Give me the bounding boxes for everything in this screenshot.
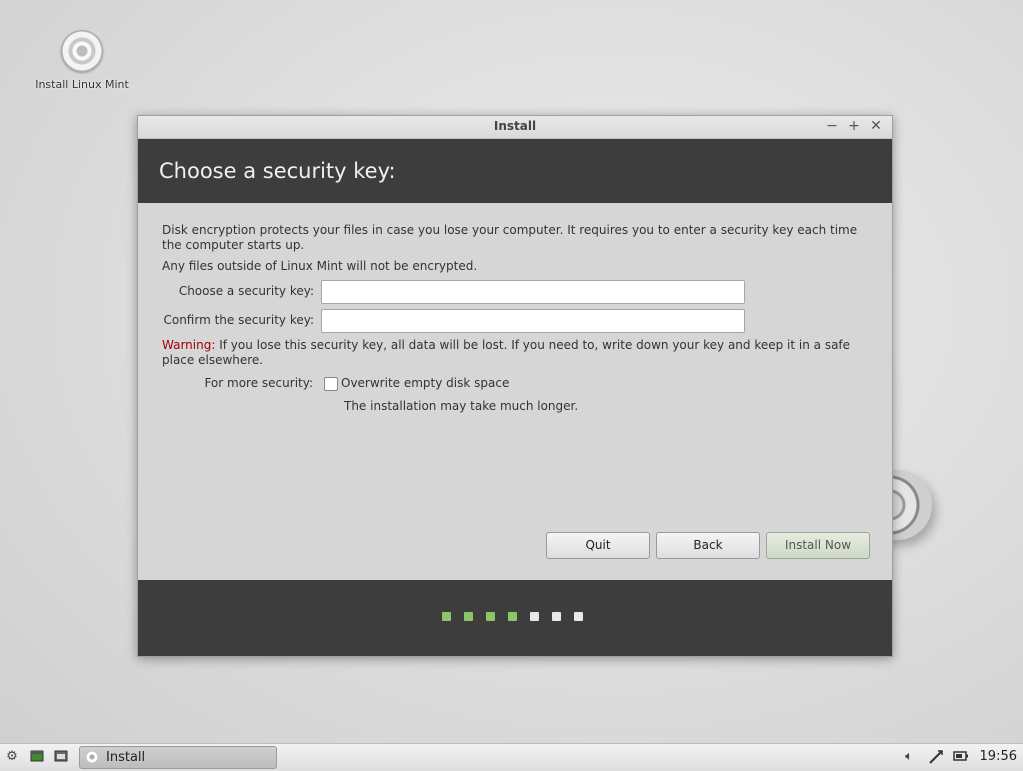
install-now-button[interactable]: Install Now — [766, 532, 870, 559]
warning-text: Warning: If you lose this security key, … — [162, 338, 872, 368]
progress-step-4 — [508, 612, 517, 621]
gear-icon[interactable]: ⚙ — [4, 749, 20, 765]
confirm-key-label: Confirm the security key: — [163, 313, 314, 327]
window-title: Install — [493, 119, 537, 133]
progress-step-6 — [552, 612, 561, 621]
progress-step-2 — [464, 612, 473, 621]
progress-step-7 — [574, 612, 583, 621]
minimize-icon[interactable]: − — [824, 118, 840, 134]
progress-step-3 — [486, 612, 495, 621]
quit-button[interactable]: Quit — [546, 532, 650, 559]
footer-band — [138, 580, 892, 656]
network-icon[interactable] — [928, 749, 944, 765]
back-button[interactable]: Back — [656, 532, 760, 559]
intro-text: Disk encryption protects your files in c… — [162, 223, 872, 253]
window-titlebar[interactable]: Install − + ✕ — [138, 116, 892, 139]
install-window: Install − + ✕ Choose a security key: Dis… — [137, 115, 893, 657]
battery-icon[interactable] — [953, 749, 969, 765]
overwrite-label[interactable]: Overwrite empty disk space — [341, 376, 509, 390]
volume-icon[interactable]: 🔈︎ — [901, 749, 917, 765]
taskbar: ⚙ Install 🔈︎ 19:56 — [0, 743, 1023, 771]
terminal-icon[interactable] — [53, 749, 69, 765]
show-desktop-icon[interactable] — [29, 749, 45, 765]
progress-step-5 — [530, 612, 539, 621]
more-security-label: For more security: — [204, 376, 313, 390]
overwrite-checkbox[interactable] — [324, 377, 338, 391]
desktop-icon-install-linux-mint[interactable]: Install Linux Mint — [30, 30, 134, 91]
taskbar-item-label: Install — [106, 750, 146, 765]
intro-line-1: Disk encryption protects your files in c… — [162, 223, 858, 237]
cd-icon — [61, 30, 103, 72]
warning-prefix: Warning: — [162, 338, 216, 352]
close-icon[interactable]: ✕ — [868, 118, 884, 134]
page-title: Choose a security key: — [159, 159, 396, 183]
progress-step-1 — [442, 612, 451, 621]
warning-line-2: place elsewhere. — [162, 353, 264, 367]
security-key-input[interactable] — [321, 280, 745, 304]
desktop-icon-label: Install Linux Mint — [35, 78, 129, 91]
progress-indicator — [442, 612, 583, 621]
maximize-icon[interactable]: + — [846, 118, 862, 134]
intro-line-2: the computer starts up. — [162, 238, 305, 252]
warning-line-1: If you lose this security key, all data … — [215, 338, 851, 352]
taskbar-item-install[interactable]: Install — [79, 746, 277, 769]
clock: 19:56 — [979, 749, 1017, 764]
content-area: Disk encryption protects your files in c… — [138, 203, 892, 579]
encryption-note: Any files outside of Linux Mint will not… — [162, 259, 478, 273]
overwrite-hint: The installation may take much longer. — [344, 399, 579, 413]
header-band: Choose a security key: — [138, 139, 892, 203]
cd-icon — [86, 751, 98, 763]
security-key-label: Choose a security key: — [178, 284, 314, 298]
confirm-key-input[interactable] — [321, 309, 745, 333]
